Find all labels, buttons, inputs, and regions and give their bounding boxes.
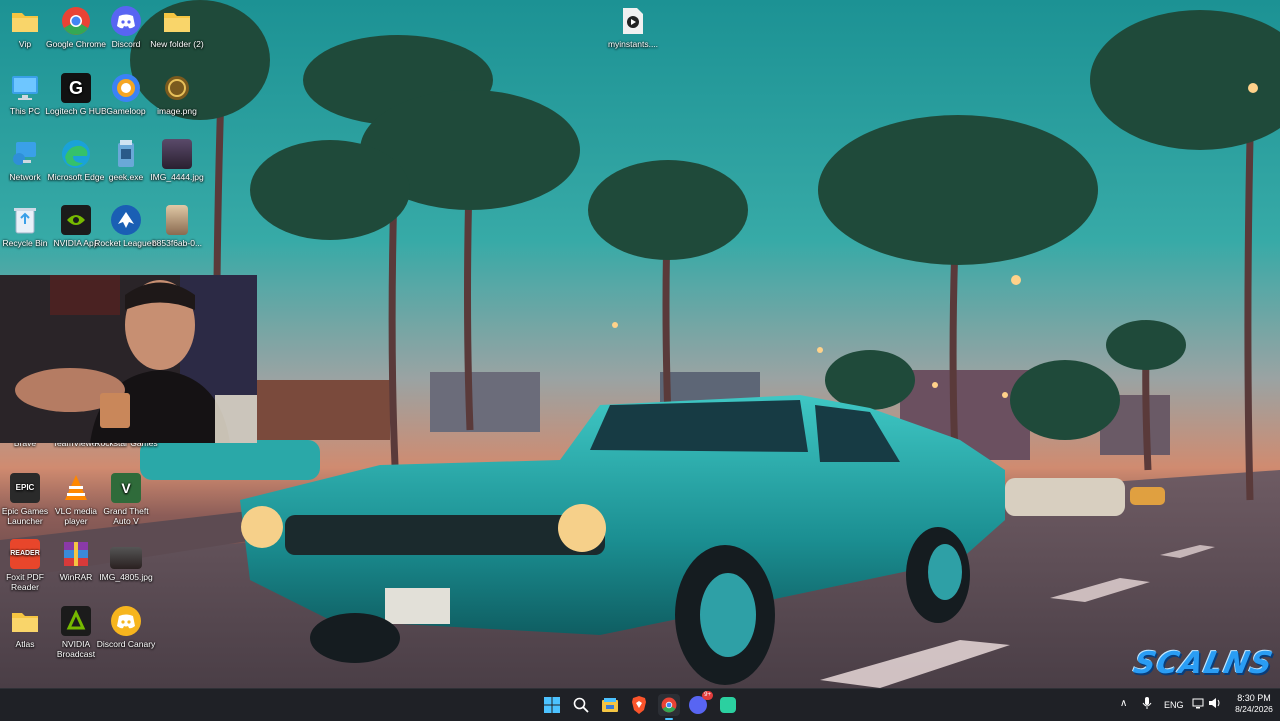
app-taskbar-button[interactable] <box>717 694 739 716</box>
discord-icon <box>111 6 141 36</box>
image-icon <box>162 73 192 103</box>
network-icon <box>10 139 40 169</box>
discord-canary-icon <box>111 606 141 636</box>
chevron-up-icon: ∧ <box>1120 698 1128 709</box>
folder-icon <box>162 6 192 36</box>
icon-label: IMG_4805.jpg <box>99 572 153 582</box>
network-status-icon[interactable] <box>1192 697 1204 711</box>
search-button[interactable] <box>570 694 592 716</box>
icon-label: image.png <box>157 106 197 116</box>
desktop-icon-img-4805[interactable]: IMG_4805.jpg <box>94 539 158 582</box>
chrome-icon <box>661 697 677 713</box>
monitor-icon <box>10 73 40 103</box>
edge-icon <box>61 139 91 169</box>
search-icon <box>573 697 589 713</box>
chrome-taskbar-button[interactable] <box>658 694 680 720</box>
winrar-icon <box>61 539 91 569</box>
gameloop-icon <box>111 73 141 103</box>
desktop-icon-img-4444[interactable]: IMG_4444.jpg <box>145 139 209 182</box>
file-explorer-icon <box>602 698 618 712</box>
file-explorer-button[interactable] <box>599 694 621 716</box>
icon-label: Grand Theft Auto V <box>103 506 149 526</box>
icon-label: New folder (2) <box>150 39 204 49</box>
desktop-icon-b853f6ab[interactable]: b853f6ab-0... <box>145 205 209 248</box>
recycle-bin-icon <box>10 205 40 235</box>
desktop-icon-new-folder-2[interactable]: New folder (2) <box>145 6 209 49</box>
notification-badge: 9+ <box>702 691 713 700</box>
media-file-icon <box>618 6 648 36</box>
desktop-icon-gta-v[interactable]: V Grand Theft Auto V <box>94 473 158 526</box>
volume-icon[interactable] <box>1208 697 1222 711</box>
clock-date: 8/24/2026 <box>1235 704 1273 714</box>
photo-icon <box>162 139 192 169</box>
show-hidden-icons-button[interactable]: ∧ <box>1120 698 1127 709</box>
start-button[interactable] <box>541 694 563 716</box>
rocket-league-icon <box>111 205 141 235</box>
nvidia-icon <box>61 205 91 235</box>
icon-label: IMG_4444.jpg <box>150 172 204 182</box>
photo-icon <box>166 205 188 235</box>
brave-taskbar-button[interactable] <box>628 694 650 716</box>
vlc-icon <box>61 473 91 503</box>
icon-label: b853f6ab-0... <box>151 238 203 248</box>
watermark-logo: SCALNS <box>1130 646 1277 681</box>
logitech-icon: G <box>61 73 91 103</box>
icon-label: myinstants.... <box>607 39 659 49</box>
folder-icon <box>10 606 40 636</box>
clock[interactable]: 8:30 PM 8/24/2026 <box>1228 693 1280 715</box>
app-icon <box>720 697 736 713</box>
folder-icon <box>10 6 40 36</box>
chrome-icon <box>61 6 91 36</box>
nvidia-broadcast-icon <box>61 606 91 636</box>
desktop-icon-image-png[interactable]: image.png <box>145 73 209 116</box>
microphone-icon[interactable] <box>1142 696 1152 712</box>
foxit-icon: READER <box>10 539 40 569</box>
language-indicator[interactable]: ENG <box>1164 700 1184 710</box>
taskbar: 9+ ∧ ENG 8:30 PM 8/24/2026 <box>0 688 1280 721</box>
epic-games-icon: EPIC <box>10 473 40 503</box>
brave-icon <box>632 696 646 714</box>
geek-icon <box>111 139 141 169</box>
webcam-overlay <box>0 275 257 443</box>
icon-label: Discord Canary <box>96 639 156 649</box>
gta-icon: V <box>111 473 141 503</box>
desktop-icon-discord-canary[interactable]: Discord Canary <box>94 606 158 649</box>
clock-time: 8:30 PM <box>1237 693 1271 703</box>
discord-taskbar-button[interactable]: 9+ <box>687 691 713 716</box>
desktop-icon-myinstants[interactable]: myinstants.... <box>601 6 665 49</box>
start-icon <box>544 697 560 713</box>
photo-icon <box>110 547 142 569</box>
